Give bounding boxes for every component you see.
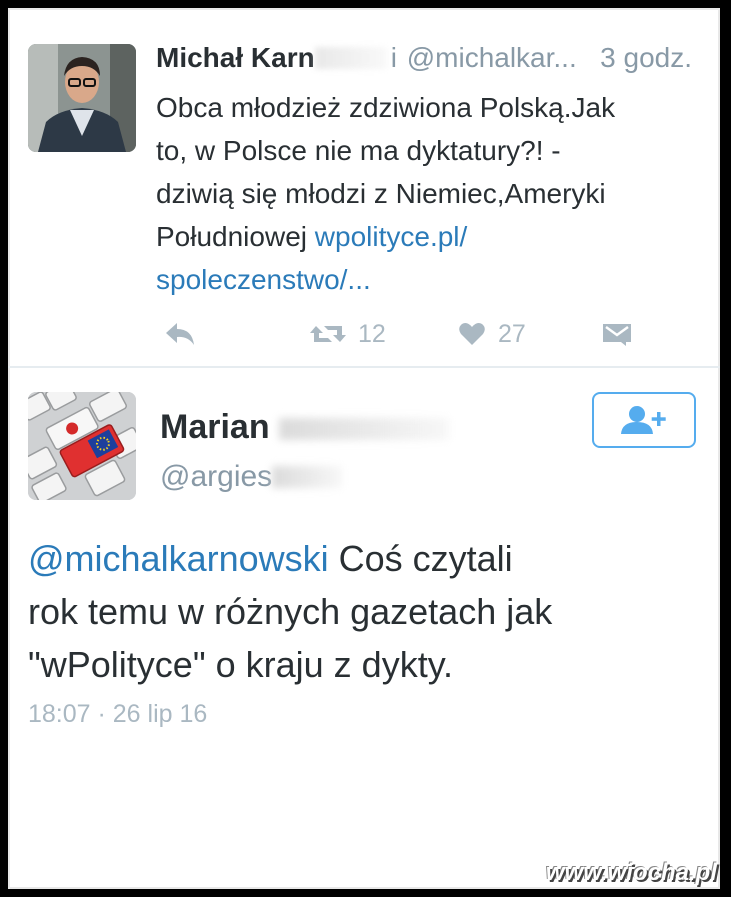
avatar[interactable]: [28, 44, 136, 152]
tweet-time[interactable]: 3 godz.: [600, 42, 692, 74]
like-button[interactable]: 27: [458, 314, 526, 354]
tweet-1[interactable]: Michał Karn i @michalkar... 3 godz. Obca …: [8, 8, 720, 368]
blurred-handle-part: [272, 466, 343, 488]
site-watermark: www.wiocha.pl: [545, 859, 717, 886]
blurred-name-part: [314, 47, 387, 69]
tweet-1-header: Michał Karn i @michalkar... 3 godz.: [156, 42, 716, 82]
add-user-icon: [621, 406, 666, 434]
tweet-text-line: "wPolityce" o kraju z dykty.: [28, 644, 454, 685]
retweet-count: 12: [358, 319, 386, 348]
user-handle[interactable]: @argies: [160, 460, 343, 494]
tweet-text-line: Obca młodzież zdziwiona Polską.Jak: [156, 92, 616, 123]
follow-button[interactable]: [592, 392, 696, 448]
avatar[interactable]: [28, 392, 136, 500]
mention-link[interactable]: @michalkarnowski: [28, 538, 329, 579]
tweet-text-line: to, w Polsce nie ma dyktatury?! -: [156, 135, 561, 166]
retweet-button[interactable]: 12: [310, 314, 386, 354]
tweet-1-text: Obca młodzież zdziwiona Polską.Jak to, w…: [156, 86, 696, 301]
blurred-name-part: [279, 418, 450, 440]
dm-icon: [603, 324, 631, 346]
tweet-text-segment: Południowej: [156, 221, 315, 252]
tweet-divider: [8, 366, 720, 368]
reply-icon: [166, 323, 194, 345]
tweet-2-text: @michalkarnowski Coś czytali rok temu w …: [28, 532, 688, 691]
display-name[interactable]: Marian: [160, 408, 450, 447]
screenshot-frame: Michał Karn i @michalkar... 3 godz. Obca …: [0, 0, 731, 897]
display-name-text: Marian: [160, 408, 270, 446]
article-link-continued[interactable]: spoleczenstwo/...: [156, 264, 371, 295]
user-handle-text: @argies: [160, 460, 273, 493]
direct-message-button[interactable]: [602, 314, 632, 354]
tweet-text-line: @michalkarnowski Coś czytali: [28, 532, 688, 585]
tweet-text-line: dziwią się młodzi z Niemiec,Ameryki: [156, 178, 606, 209]
avatar-photo: [28, 44, 136, 152]
tweet-card: Michał Karn i @michalkar... 3 godz. Obca …: [8, 8, 720, 889]
user-handle[interactable]: @michalkar...: [407, 42, 577, 73]
tweet-actions: 12 27: [156, 314, 636, 354]
tweet-timestamp[interactable]: 18:07 · 26 lip 16: [28, 700, 207, 729]
tweet-text-line-with-link: Południowej wpolityce.pl/: [156, 215, 696, 258]
heart-icon: [459, 323, 485, 345]
display-name[interactable]: Michał Karn: [156, 42, 315, 73]
tweet-text-segment: Coś czytali: [328, 538, 513, 579]
tweet-text-line: rok temu w różnych gazetach jak: [28, 591, 553, 632]
like-count: 27: [498, 319, 526, 348]
display-name-tail: i: [390, 42, 397, 73]
keyboard-flag-avatar: [28, 392, 136, 500]
reply-button[interactable]: [164, 314, 196, 354]
retweet-icon: [310, 326, 346, 342]
article-link[interactable]: wpolityce.pl/: [315, 221, 468, 252]
